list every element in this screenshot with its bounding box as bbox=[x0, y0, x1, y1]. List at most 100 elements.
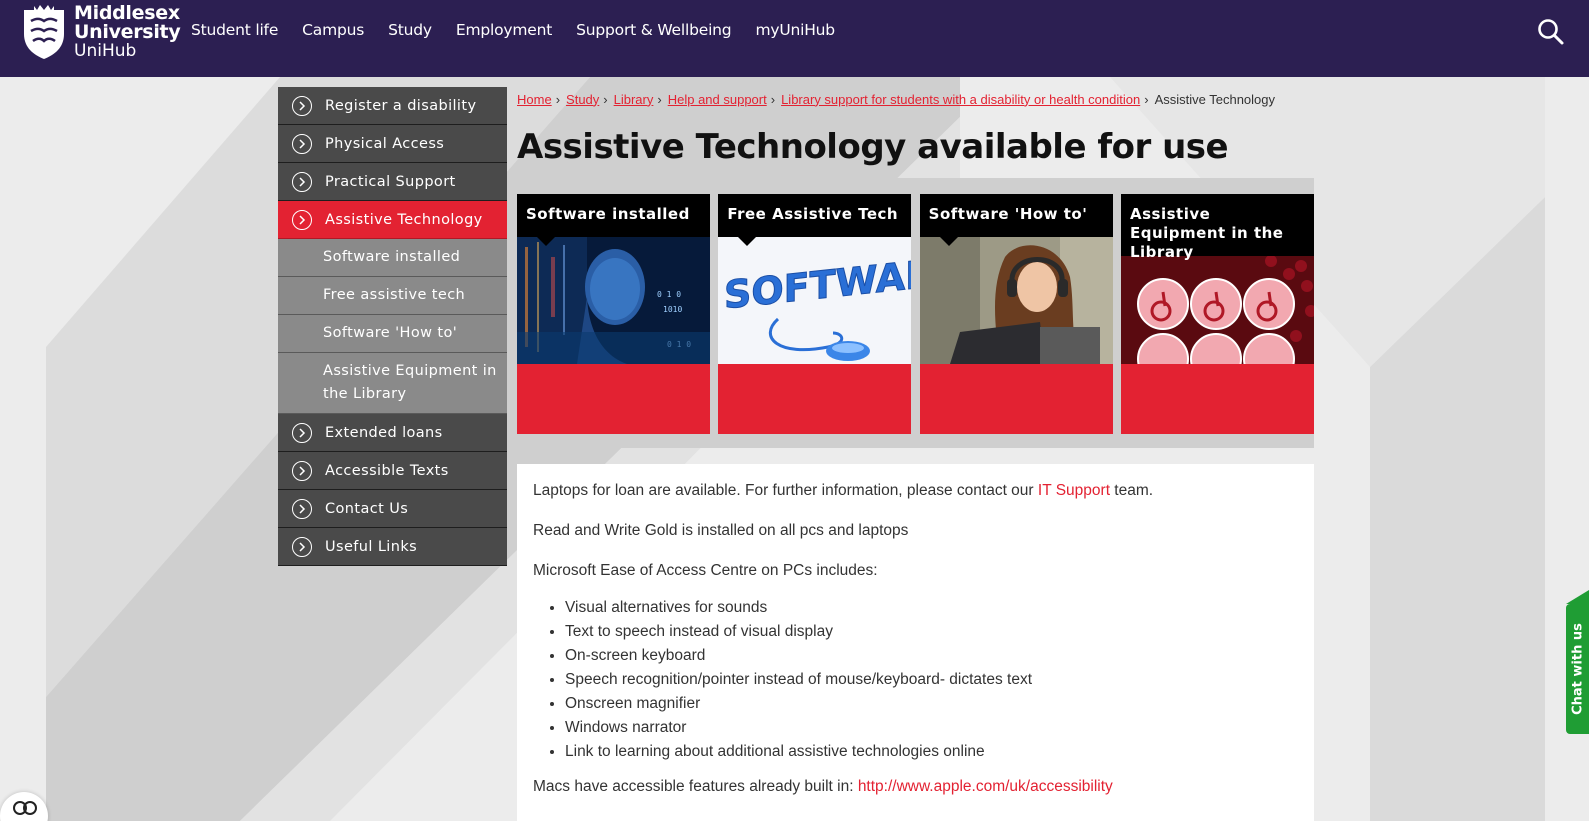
sidebar-item-contact-us[interactable]: Contact Us bbox=[278, 490, 507, 528]
sidebar-subitem-software-how-to[interactable]: Software 'How to' bbox=[278, 315, 507, 353]
apple-accessibility-link[interactable]: http://www.apple.com/uk/accessibility bbox=[858, 778, 1113, 795]
chevron-right-icon bbox=[292, 209, 312, 230]
breadcrumb-separator: › bbox=[555, 91, 561, 107]
sidebar-item-label: Register a disability bbox=[325, 97, 477, 114]
paragraph-text: Macs have accessible features already bu… bbox=[533, 778, 858, 795]
breadcrumb: Home › Study › Library › Help and support › … bbox=[517, 87, 1314, 111]
breadcrumb-separator: › bbox=[1144, 91, 1149, 107]
tile-title-text: Free Assistive Tech bbox=[727, 205, 899, 223]
breadcrumb-help-support[interactable]: Help and support bbox=[668, 92, 767, 107]
breadcrumb-study[interactable]: Study bbox=[566, 92, 599, 107]
sidebar-item-label: Extended loans bbox=[325, 424, 443, 441]
sidebar-item-label: Assistive Technology bbox=[325, 211, 483, 228]
tile-title: Free Assistive Tech bbox=[718, 194, 912, 246]
tile-assistive-equipment[interactable]: Assistive Equipment in the Library bbox=[1120, 194, 1314, 434]
list-item: Visual alternatives for sounds bbox=[565, 596, 1298, 620]
search-icon bbox=[1538, 19, 1564, 45]
nav-student-life[interactable]: Student life bbox=[191, 21, 278, 39]
accessibility-icons-image bbox=[1120, 256, 1314, 364]
tile-software-how-to[interactable]: Software 'How to' bbox=[919, 194, 1113, 434]
nav-support-wellbeing[interactable]: Support & Wellbeing bbox=[576, 21, 732, 39]
content-panel: Laptops for loan are available. For furt… bbox=[517, 464, 1314, 821]
sidebar-item-label: Useful Links bbox=[325, 538, 418, 555]
sidebar-item-physical-access[interactable]: Physical Access bbox=[278, 125, 507, 163]
breadcrumb-library-disability[interactable]: Library support for students with a disa… bbox=[781, 92, 1140, 107]
sidebar-item-label: Accessible Texts bbox=[325, 462, 449, 479]
student-headphones-image bbox=[919, 237, 1113, 364]
tile-title-text: Software 'How to' bbox=[928, 205, 1088, 223]
list-item: On-screen keyboard bbox=[565, 644, 1298, 668]
breadcrumb-separator: › bbox=[657, 91, 662, 107]
sidebar-subitem-software-installed[interactable]: Software installed bbox=[278, 239, 507, 277]
tile-notch bbox=[738, 237, 757, 246]
chevron-right-icon bbox=[292, 133, 312, 154]
sidebar-item-extended-loans[interactable]: Extended loans bbox=[278, 414, 507, 452]
sidebar-item-accessible-texts[interactable]: Accessible Texts bbox=[278, 452, 507, 490]
laptop-loan-paragraph: Laptops for loan are available. For furt… bbox=[533, 480, 1298, 502]
tile-title: Software 'How to' bbox=[919, 194, 1113, 246]
chevron-right-icon bbox=[292, 498, 312, 519]
nav-myunihub[interactable]: myUniHub bbox=[755, 21, 835, 39]
top-navigation-bar: Middlesex University UniHub Student life… bbox=[0, 0, 1589, 77]
svg-text:1010: 1010 bbox=[663, 305, 682, 314]
cookie-icon bbox=[13, 801, 37, 815]
list-item: Speech recognition/pointer instead of mo… bbox=[565, 668, 1298, 692]
chevron-right-icon bbox=[292, 95, 312, 116]
list-item: Onscreen magnifier bbox=[565, 692, 1298, 716]
breadcrumb-separator: › bbox=[770, 91, 776, 107]
list-item: Windows narrator bbox=[565, 716, 1298, 740]
sidebar-item-useful-links[interactable]: Useful Links bbox=[278, 528, 507, 566]
ease-of-access-list: Visual alternatives for sounds Text to s… bbox=[565, 596, 1298, 764]
section-sidebar: Register a disability Physical Access Pr… bbox=[278, 87, 507, 566]
ease-of-access-paragraph: Microsoft Ease of Access Centre on PCs i… bbox=[533, 562, 878, 579]
sidebar-item-label: Practical Support bbox=[325, 173, 456, 190]
sidebar-subitem-free-assistive-tech[interactable]: Free assistive tech bbox=[278, 277, 507, 315]
breadcrumb-separator: › bbox=[603, 91, 608, 107]
tile-title: Assistive Equipment in the Library bbox=[1120, 194, 1314, 261]
logo-line-3: UniHub bbox=[74, 41, 137, 61]
sidebar-item-label: Physical Access bbox=[325, 135, 445, 152]
tile-notch bbox=[939, 237, 958, 246]
logo-line-2: University bbox=[74, 21, 181, 43]
main-content: Home › Study › Library › Help and support › … bbox=[517, 87, 1314, 821]
tiles-panel: Software installed 0 1 0 1010 Free Assis… bbox=[517, 178, 1314, 448]
tile-free-assistive-tech[interactable]: Free Assistive Tech SOFTWARE bbox=[718, 194, 912, 434]
sidebar-item-label: Contact Us bbox=[325, 500, 409, 517]
tile-notch bbox=[537, 237, 555, 246]
main-nav: Student life Campus Study Employment Sup… bbox=[191, 21, 859, 39]
university-logo[interactable]: Middlesex University UniHub bbox=[20, 4, 181, 61]
chat-label: Chat with us bbox=[1570, 623, 1585, 715]
list-item: Text to speech instead of visual display bbox=[565, 620, 1298, 644]
breadcrumb-current: Assistive Technology bbox=[1154, 91, 1275, 107]
nav-employment[interactable]: Employment bbox=[456, 21, 552, 39]
read-write-gold-paragraph: Read and Write Gold is installed on all … bbox=[533, 522, 909, 539]
sidebar-subitem-assistive-equipment[interactable]: Assistive Equipment in the Library bbox=[278, 353, 507, 414]
paragraph-text: team. bbox=[1110, 482, 1154, 499]
sidebar-item-practical-support[interactable]: Practical Support bbox=[278, 163, 507, 201]
it-support-link[interactable]: IT Support bbox=[1038, 482, 1110, 499]
chevron-right-icon bbox=[292, 422, 312, 443]
breadcrumb-library[interactable]: Library bbox=[614, 92, 654, 107]
tile-software-installed[interactable]: Software installed 0 1 0 1010 bbox=[517, 194, 710, 434]
paragraph-text: Laptops for loan are available. For furt… bbox=[533, 482, 1038, 499]
nav-campus[interactable]: Campus bbox=[302, 21, 364, 39]
chevron-right-icon bbox=[292, 536, 312, 557]
chevron-right-icon bbox=[292, 460, 312, 481]
shield-crest-icon bbox=[24, 5, 64, 59]
svg-text:0 1 0: 0 1 0 bbox=[657, 290, 681, 299]
chat-with-us-button[interactable]: Chat with us bbox=[1566, 590, 1589, 734]
mac-accessibility-paragraph: Macs have accessible features already bu… bbox=[533, 776, 1298, 798]
breadcrumb-home[interactable]: Home bbox=[517, 92, 552, 107]
list-item: Link to learning about additional assist… bbox=[565, 740, 1298, 764]
tile-title-text: Software installed bbox=[526, 205, 690, 223]
tile-title-text: Assistive Equipment in the Library bbox=[1129, 205, 1284, 261]
tile-title: Software installed bbox=[517, 194, 710, 246]
software-mouse-image: SOFTWARE bbox=[718, 237, 912, 364]
nav-study[interactable]: Study bbox=[388, 21, 432, 39]
sidebar-item-assistive-technology[interactable]: Assistive Technology bbox=[278, 201, 507, 239]
sidebar-item-register-disability[interactable]: Register a disability bbox=[278, 87, 507, 125]
chevron-right-icon bbox=[292, 171, 312, 192]
ai-head-image: 0 1 0 1010 0 1 0 bbox=[517, 237, 710, 364]
page-title: Assistive Technology available for use bbox=[517, 127, 1229, 167]
search-button[interactable] bbox=[1537, 18, 1565, 46]
